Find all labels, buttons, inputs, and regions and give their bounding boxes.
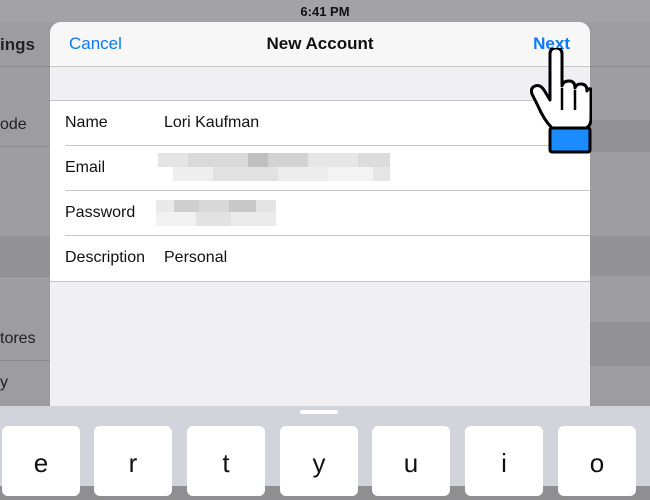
status-time: 6:41 PM — [300, 4, 350, 19]
password-label: Password — [65, 204, 136, 221]
status-bar: 6:41 PM — [0, 0, 650, 22]
form-row-name[interactable]: Name Lori Kaufman — [50, 101, 590, 146]
name-label: Name — [65, 114, 108, 131]
page-title: New Account — [266, 34, 374, 53]
background-item: ode — [0, 116, 27, 133]
form-row-description[interactable]: Description Personal — [50, 236, 590, 281]
new-account-sheet: Cancel New Account Next Name Lori Kaufma… — [50, 22, 590, 406]
password-field[interactable] — [156, 200, 276, 226]
description-field[interactable]: Personal — [164, 249, 227, 267]
account-form: Name Lori Kaufman Email Password Descrip… — [50, 100, 590, 282]
email-field[interactable] — [158, 153, 390, 183]
email-label: Email — [65, 159, 106, 176]
keyboard-grabber[interactable] — [300, 410, 338, 414]
hand-pointer-icon — [530, 48, 592, 154]
background-title: ings — [0, 35, 35, 54]
description-label: Description — [65, 249, 146, 266]
form-row-password[interactable]: Password — [50, 191, 590, 236]
background-item: y — [0, 374, 8, 391]
background-item: tores — [0, 330, 36, 347]
form-row-email[interactable]: Email — [50, 146, 590, 191]
nav-bar: Cancel New Account Next — [50, 22, 590, 67]
name-field[interactable]: Lori Kaufman — [164, 114, 259, 132]
keyboard: e r t y u i o — [0, 406, 650, 496]
